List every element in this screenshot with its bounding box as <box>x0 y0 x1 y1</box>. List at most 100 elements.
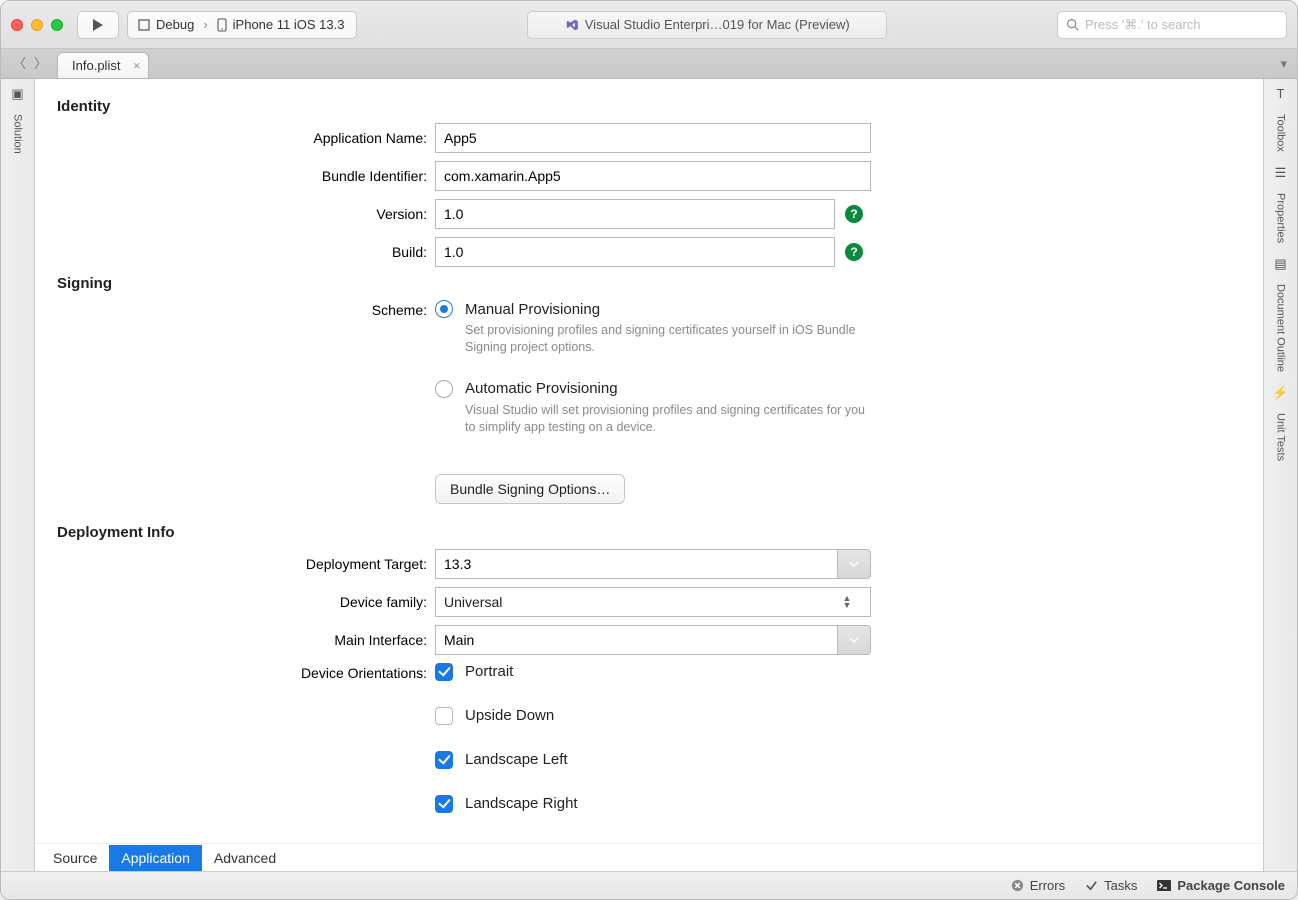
application-name-field[interactable] <box>435 123 871 153</box>
status-package-console[interactable]: Package Console <box>1157 878 1285 893</box>
close-window-button[interactable] <box>11 19 23 31</box>
row-application-name: Application Name: <box>57 123 1241 153</box>
row-scheme: Scheme: Manual Provisioning Set provisio… <box>57 300 1241 516</box>
scheme-automatic-block: Automatic Provisioning Visual Studio wil… <box>435 380 865 436</box>
error-icon <box>1011 879 1024 892</box>
device-family-label: Device family: <box>57 594 435 610</box>
tab-close-button[interactable]: × <box>133 58 141 73</box>
traffic-lights <box>11 19 63 31</box>
row-device-orientations: Device Orientations: Portrait Upside Dow… <box>57 663 1241 829</box>
scheme-automatic-radio[interactable]: Automatic Provisioning <box>435 380 865 398</box>
row-main-interface: Main Interface: <box>57 625 1241 655</box>
orientation-landscape-left-label: Landscape Left <box>465 751 568 768</box>
checkbox-checked-icon <box>435 795 453 813</box>
search-input[interactable] <box>1085 17 1278 32</box>
version-field[interactable] <box>435 199 835 229</box>
minimize-window-button[interactable] <box>31 19 43 31</box>
solution-title: Visual Studio Enterpri…019 for Mac (Prev… <box>527 11 887 39</box>
visual-studio-icon <box>565 18 579 32</box>
device-family-value: Universal <box>444 594 502 610</box>
chevron-updown-icon: ▲▼ <box>832 588 862 616</box>
properties-panel-label[interactable]: Properties <box>1275 189 1287 247</box>
orientation-upside-down[interactable]: Upside Down <box>435 707 554 725</box>
version-help-icon[interactable]: ? <box>845 205 863 223</box>
global-search[interactable] <box>1057 11 1287 39</box>
editor-scroll[interactable]: Identity Application Name: Bundle Identi… <box>35 79 1263 843</box>
row-bundle-identifier: Bundle Identifier: <box>57 161 1241 191</box>
orientation-landscape-left[interactable]: Landscape Left <box>435 751 568 769</box>
right-side-panel: T Toolbox ☰ Properties ▤ Document Outlin… <box>1263 79 1297 871</box>
radio-unselected-icon <box>435 380 453 398</box>
row-device-family: Device family: Universal ▲▼ <box>57 587 1241 617</box>
checkbox-unchecked-icon <box>435 707 453 725</box>
unit-tests-icon: ⚡ <box>1272 386 1288 399</box>
nav-forward-button[interactable]: 〉 <box>34 53 47 72</box>
zoom-window-button[interactable] <box>51 19 63 31</box>
tab-source[interactable]: Source <box>41 845 109 871</box>
run-configuration-selector[interactable]: Debug › iPhone 11 iOS 13.3 <box>127 11 357 39</box>
build-label: Build: <box>57 244 435 260</box>
version-label: Version: <box>57 206 435 222</box>
build-field[interactable] <box>435 237 835 267</box>
tab-info-plist[interactable]: Info.plist × <box>57 52 149 78</box>
unit-tests-panel-label[interactable]: Unit Tests <box>1275 409 1287 465</box>
orientation-portrait[interactable]: Portrait <box>435 663 513 681</box>
section-identity-heading: Identity <box>57 98 1241 115</box>
nav-back-button[interactable]: 〈 <box>13 53 26 72</box>
chevron-down-icon <box>849 561 859 567</box>
document-outline-icon: ▤ <box>1274 257 1286 270</box>
scheme-manual-radio[interactable]: Manual Provisioning <box>435 300 865 318</box>
nav-arrows: 〈 〉 <box>9 53 57 78</box>
bundle-signing-options-button[interactable]: Bundle Signing Options… <box>435 474 625 504</box>
left-side-panel[interactable]: ▣ Solution <box>1 79 35 871</box>
scheme-manual-block: Manual Provisioning Set provisioning pro… <box>435 300 865 356</box>
orientation-landscape-right[interactable]: Landscape Right <box>435 795 578 813</box>
deployment-target-input[interactable] <box>435 549 837 579</box>
solution-panel-label: Solution <box>12 110 24 158</box>
scheme-label: Scheme: <box>57 300 435 318</box>
center-title-text: Visual Studio Enterpri…019 for Mac (Prev… <box>585 17 850 32</box>
toolbox-icon: T <box>1277 87 1285 100</box>
plist-editor: Identity Application Name: Bundle Identi… <box>35 79 1263 871</box>
main-area: ▣ Solution Identity Application Name: Bu… <box>1 79 1297 871</box>
orientation-upside-down-label: Upside Down <box>465 707 554 724</box>
title-center: Visual Studio Enterpri…019 for Mac (Prev… <box>365 11 1049 39</box>
main-interface-dropdown-button[interactable] <box>837 625 871 655</box>
build-config-label: Debug <box>156 17 194 32</box>
section-deployment-heading: Deployment Info <box>57 524 1241 541</box>
main-interface-input[interactable] <box>435 625 837 655</box>
row-version: Version: ? <box>57 199 1241 229</box>
check-icon <box>1085 879 1098 892</box>
main-interface-combo[interactable] <box>435 625 871 655</box>
section-signing-heading: Signing <box>57 275 1241 292</box>
checkbox-checked-icon <box>435 663 453 681</box>
tab-advanced[interactable]: Advanced <box>202 845 288 871</box>
deployment-target-dropdown-button[interactable] <box>837 549 871 579</box>
device-icon <box>217 18 227 32</box>
tabstrip-overflow-button[interactable]: ▾ <box>1280 56 1297 78</box>
deployment-target-combo[interactable] <box>435 549 871 579</box>
document-tabstrip: 〈 〉 Info.plist × ▾ <box>1 49 1297 79</box>
tab-application[interactable]: Application <box>109 845 202 871</box>
device-orientations-label: Device Orientations: <box>57 663 435 681</box>
main-interface-label: Main Interface: <box>57 632 435 648</box>
chevron-down-icon <box>849 637 859 643</box>
status-bar: Errors Tasks Package Console <box>1 871 1297 899</box>
build-help-icon[interactable]: ? <box>845 243 863 261</box>
tab-title: Info.plist <box>72 58 120 73</box>
bundle-identifier-label: Bundle Identifier: <box>57 168 435 184</box>
run-button[interactable] <box>77 11 119 39</box>
status-errors[interactable]: Errors <box>1011 878 1065 893</box>
app-window: Debug › iPhone 11 iOS 13.3 Visual Studio… <box>0 0 1298 900</box>
chevron-right-icon: › <box>200 17 210 32</box>
search-icon <box>1066 18 1079 31</box>
toolbox-panel-label[interactable]: Toolbox <box>1275 110 1287 156</box>
checkbox-checked-icon <box>435 751 453 769</box>
plist-view-tabs: Source Application Advanced <box>35 843 1263 871</box>
device-family-select[interactable]: Universal ▲▼ <box>435 587 871 617</box>
status-tasks[interactable]: Tasks <box>1085 878 1137 893</box>
orientation-landscape-right-label: Landscape Right <box>465 795 578 812</box>
bundle-identifier-field[interactable] <box>435 161 871 191</box>
scheme-manual-help: Set provisioning profiles and signing ce… <box>465 322 865 356</box>
document-outline-panel-label[interactable]: Document Outline <box>1275 280 1287 376</box>
